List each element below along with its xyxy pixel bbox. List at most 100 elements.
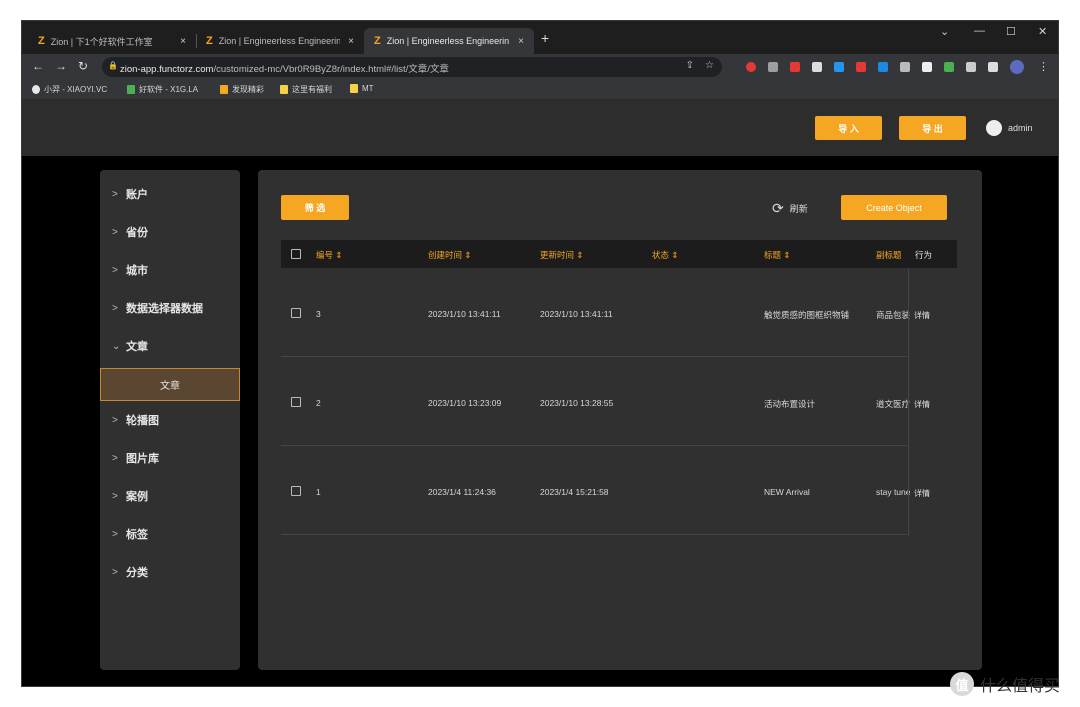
export-button[interactable]: 导 出: [899, 116, 966, 140]
extension-icon[interactable]: [812, 62, 822, 72]
detail-link[interactable]: 详情: [914, 399, 930, 410]
bookmark-label: MT: [362, 84, 374, 93]
reload-icon[interactable]: ↻: [78, 59, 88, 73]
extension-icon[interactable]: [878, 62, 888, 72]
tab-search-icon[interactable]: ⌄: [940, 25, 949, 38]
chevron-right-icon: >: [112, 528, 118, 540]
row-checkbox[interactable]: [291, 397, 301, 407]
refresh-button[interactable]: ⟳ 刷新: [772, 200, 808, 217]
column-header-updated[interactable]: 更新时间 ⇕: [540, 249, 583, 261]
close-icon[interactable]: ×: [518, 36, 524, 47]
extension-icon[interactable]: [856, 62, 866, 72]
select-all-checkbox[interactable]: [291, 249, 301, 259]
minimize-icon[interactable]: —: [974, 25, 985, 37]
import-button[interactable]: 导 入: [815, 116, 882, 140]
sidebar-item-data-picker[interactable]: > 数据选择器数据: [100, 298, 240, 318]
extension-icon[interactable]: [944, 62, 954, 72]
back-icon[interactable]: ←: [32, 59, 44, 73]
cell-id: 1: [316, 487, 321, 497]
extension-icon[interactable]: [922, 62, 932, 72]
zion-logo-icon: Z: [374, 35, 381, 47]
puzzle-icon[interactable]: [966, 62, 976, 72]
profile-avatar[interactable]: [1010, 60, 1024, 74]
column-header-title[interactable]: 标题 ⇕: [764, 249, 790, 261]
row-checkbox[interactable]: [291, 308, 301, 318]
column-header-created[interactable]: 创建时间 ⇕: [428, 249, 471, 261]
tab-1[interactable]: Z Zion | 下1个好软件工作室 ×: [28, 28, 196, 54]
sidebar-subitem-articles-active[interactable]: 文章: [100, 368, 240, 401]
sidebar-item-accounts[interactable]: > 账户: [100, 184, 240, 204]
bookmark-item[interactable]: 小羿 - XIAOYI.VC: [32, 84, 107, 95]
cell-id: 2: [316, 398, 321, 408]
action-column-divider: [908, 268, 909, 536]
extension-icon[interactable]: [790, 62, 800, 72]
table-header: 编号 ⇕ 创建时间 ⇕ 更新时间 ⇕ 状态 ⇕ 标题 ⇕ 副标题 行为: [281, 240, 957, 268]
sidebar-item-cases[interactable]: > 案例: [100, 486, 240, 506]
cell-subtitle: stay tuned: [876, 487, 910, 497]
sidebar-item-tags[interactable]: > 标签: [100, 524, 240, 544]
maximize-icon[interactable]: ☐: [1006, 25, 1016, 38]
cell-title: 活动布置设计: [764, 399, 816, 409]
extension-icon[interactable]: [768, 62, 778, 72]
new-tab-button[interactable]: +: [541, 30, 549, 46]
smzdm-logo-icon: 值: [950, 672, 974, 696]
detail-link[interactable]: 详情: [914, 488, 930, 499]
share-icon[interactable]: ⇪: [686, 60, 694, 71]
table-row: 3 2023/1/10 13:41:11 2023/1/10 13:41:11 …: [281, 268, 930, 357]
sidebar-item-cities[interactable]: > 城市: [100, 260, 240, 280]
row-checkbox[interactable]: [291, 486, 301, 496]
bookmark-item[interactable]: 这里有福利: [280, 84, 332, 95]
bookmark-star-icon[interactable]: ☆: [705, 60, 714, 71]
extension-icon[interactable]: [834, 62, 844, 72]
cell-created: 2023/1/10 13:23:09: [428, 398, 502, 408]
bookmark-item[interactable]: MT: [350, 84, 374, 93]
forward-icon[interactable]: →: [55, 59, 67, 73]
sidebar-item-articles[interactable]: ⌄ 文章: [100, 336, 240, 356]
sidebar-item-gallery[interactable]: > 图片库: [100, 448, 240, 468]
cell-updated: 2023/1/10 13:28:55: [540, 398, 614, 408]
cell-subtitle: 商品包装: [876, 310, 910, 320]
url-field[interactable]: 🔒 zion-app.functorz.com/customized-mc/Vb…: [102, 57, 722, 77]
sidebar-item-label: 图片库: [126, 453, 159, 465]
table-row: 2 2023/1/10 13:23:09 2023/1/10 13:28:55 …: [281, 357, 930, 446]
address-bar: ← → ↻ 🔒 zion-app.functorz.com/customized…: [22, 54, 1058, 80]
bookmark-folder-icon: [280, 85, 288, 94]
sidebar-item-label: 分类: [126, 567, 148, 579]
user-name[interactable]: admin: [1008, 123, 1033, 133]
sidebar-item-categories[interactable]: > 分类: [100, 562, 240, 582]
cell-updated: 2023/1/4 15:21:58: [540, 487, 609, 497]
tab-2[interactable]: Z Zion | Engineerless Engineerin ×: [196, 28, 364, 54]
close-icon[interactable]: ×: [348, 36, 354, 47]
bookmark-label: 小羿 - XIAOYI.VC: [44, 85, 108, 94]
tab-title: Zion | 下1个好软件工作室: [50, 36, 153, 47]
sidebar-item-carousel[interactable]: > 轮播图: [100, 410, 240, 430]
filter-button[interactable]: 筛 选: [281, 195, 349, 220]
bookmark-item[interactable]: 发现精彩: [220, 84, 264, 95]
column-header-id[interactable]: 编号 ⇕: [316, 249, 342, 261]
refresh-label: 刷新: [789, 204, 808, 214]
sidepanel-icon[interactable]: [988, 62, 998, 72]
tab-title: Zion | Engineerless Engineerin: [386, 36, 510, 46]
sidebar-item-provinces[interactable]: > 省份: [100, 222, 240, 242]
extension-icon[interactable]: [746, 62, 756, 72]
tab-3-active[interactable]: Z Zion | Engineerless Engineerin ×: [364, 28, 534, 54]
bookmark-label: 好软件 - X1G.LA: [139, 85, 199, 94]
create-object-button[interactable]: Create Object: [841, 195, 947, 220]
sidebar-item-label: 数据选择器数据: [126, 303, 203, 315]
cell-created: 2023/1/4 11:24:36: [428, 487, 496, 497]
avatar[interactable]: [986, 120, 1002, 136]
extension-icon[interactable]: [900, 62, 910, 72]
column-header-status[interactable]: 状态 ⇕: [652, 249, 678, 261]
sidebar-item-label: 文章: [126, 341, 148, 353]
chevron-right-icon: >: [112, 490, 118, 502]
sidebar: > 账户 > 省份 > 城市 > 数据选择器数据 ⌄ 文章 文章 > 轮播图 > 图片库 > 案…: [100, 170, 240, 670]
detail-link[interactable]: 详情: [914, 310, 930, 321]
window-close-icon[interactable]: ✕: [1038, 25, 1047, 38]
kebab-menu-icon[interactable]: ⋮: [1038, 60, 1049, 73]
tab-bar: Z Zion | 下1个好软件工作室 × Z Zion | Engineerle…: [22, 21, 1058, 54]
bookmark-item[interactable]: 好软件 - X1G.LA: [127, 84, 198, 95]
lock-icon: 🔒: [108, 61, 118, 70]
cell-subtitle: 道文医疗: [876, 399, 910, 409]
bookmark-label: 这里有福利: [292, 85, 332, 94]
close-icon[interactable]: ×: [180, 36, 186, 47]
